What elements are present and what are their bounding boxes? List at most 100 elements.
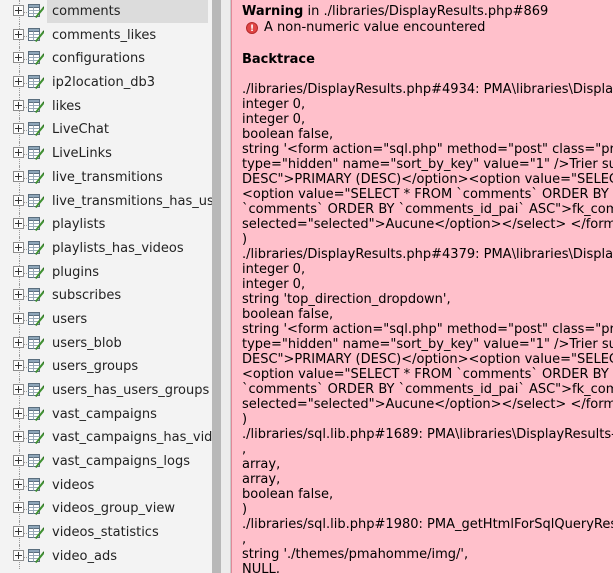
table-icon[interactable] <box>28 454 45 469</box>
plus-expander-icon[interactable] <box>13 336 24 348</box>
plus-expander-icon[interactable] <box>13 265 24 277</box>
nav-table-label[interactable]: videos_group_view <box>52 500 175 517</box>
table-icon[interactable] <box>28 146 45 161</box>
nav-table-label[interactable]: playlists <box>52 216 105 233</box>
nav-table-item[interactable]: videos_group_view <box>0 497 212 522</box>
table-icon[interactable] <box>28 288 45 303</box>
plus-expander-icon[interactable] <box>13 123 24 135</box>
plus-expander-icon[interactable] <box>13 384 24 395</box>
nav-table-label[interactable]: vast_campaigns_logs <box>52 453 190 470</box>
plus-expander-icon[interactable] <box>13 52 24 64</box>
nav-table-item[interactable]: playlists <box>0 213 212 237</box>
nav-table-item[interactable]: LiveLinks <box>0 142 212 166</box>
nav-table-label[interactable]: users_has_users_groups <box>52 382 209 399</box>
nav-table-label[interactable]: likes <box>52 98 81 115</box>
nav-table-item[interactable]: configurations <box>0 47 212 72</box>
plus-expander-icon[interactable] <box>13 170 24 182</box>
table-icon[interactable] <box>28 359 45 374</box>
table-icon[interactable] <box>28 98 45 113</box>
nav-table-item[interactable]: comments <box>0 0 212 24</box>
nav-table-label[interactable]: videos <box>52 477 94 494</box>
plus-expander-icon[interactable] <box>13 76 24 88</box>
nav-table-item[interactable]: LiveChat <box>0 118 212 143</box>
nav-table-label[interactable]: comments_likes <box>52 27 156 44</box>
nav-table-label[interactable]: live_transmitions <box>52 169 163 186</box>
nav-table-item[interactable]: videos <box>0 473 212 498</box>
nav-table-label[interactable]: live_transmitions_has_users <box>52 193 212 210</box>
nav-table-label[interactable]: videos_statistics <box>52 524 159 541</box>
nav-table-label[interactable]: playlists_has_videos <box>52 240 184 257</box>
table-icon[interactable] <box>28 217 45 232</box>
nav-table-label[interactable]: vast_campaigns_has_videos <box>52 429 212 446</box>
table-icon[interactable] <box>28 27 45 42</box>
nav-table-label[interactable]: ip2location_db3 <box>52 74 155 91</box>
panel-resize-handle[interactable] <box>212 0 221 573</box>
nav-table-item[interactable]: subscribes <box>0 284 212 308</box>
nav-table-item[interactable]: playlists_has_videos <box>0 236 212 261</box>
nav-table-item[interactable]: users_blob <box>0 331 212 356</box>
plus-expander-icon[interactable] <box>13 431 24 443</box>
plus-expander-icon[interactable] <box>13 502 24 514</box>
nav-table-label[interactable]: subscribes <box>52 287 121 304</box>
plus-expander-icon[interactable] <box>13 5 24 16</box>
table-icon[interactable] <box>28 383 45 397</box>
table-icon[interactable] <box>28 193 45 208</box>
table-icon[interactable] <box>28 240 45 255</box>
table-icon[interactable] <box>28 51 45 66</box>
backtrace-line: ) <box>242 412 248 427</box>
nav-table-label[interactable]: LiveLinks <box>52 145 112 162</box>
table-icon[interactable] <box>28 4 45 18</box>
nav-table-item[interactable]: ip2location_db3 <box>0 71 212 95</box>
table-icon[interactable] <box>28 169 45 184</box>
nav-table-item[interactable]: live_transmitions_has_users <box>0 189 212 214</box>
nav-table-item[interactable]: likes <box>0 94 212 119</box>
nav-table-item[interactable]: video_ads <box>0 544 212 569</box>
nav-table-item[interactable]: users_groups <box>0 355 212 379</box>
plus-expander-icon[interactable] <box>13 289 24 301</box>
table-icon[interactable] <box>28 548 45 563</box>
table-icon[interactable] <box>28 335 45 350</box>
table-icon[interactable] <box>28 501 45 516</box>
nav-table-label[interactable]: users_groups <box>52 358 138 375</box>
plus-expander-icon[interactable] <box>13 28 24 40</box>
nav-table-item[interactable]: users <box>0 307 212 332</box>
table-icon[interactable] <box>28 311 45 326</box>
plus-expander-icon[interactable] <box>13 478 24 490</box>
nav-table-label[interactable]: vast_campaigns <box>52 406 157 423</box>
plus-expander-icon[interactable] <box>13 194 24 206</box>
nav-table-item[interactable]: vast_campaigns_has_videos <box>0 426 212 451</box>
table-icon[interactable] <box>28 122 45 137</box>
plus-expander-icon[interactable] <box>13 99 24 111</box>
nav-table-item[interactable]: vast_campaigns <box>0 402 212 427</box>
nav-table-item[interactable]: vast_campaigns_logs <box>0 450 212 474</box>
plus-expander-icon[interactable] <box>13 526 24 538</box>
table-icon[interactable] <box>28 406 45 421</box>
backtrace-line: selected="selected">Aucune</option></sel… <box>242 397 613 412</box>
nav-table-label[interactable]: video_ads <box>52 548 117 565</box>
nav-table-label[interactable]: plugins <box>52 264 99 281</box>
nav-table-item[interactable]: live_transmitions <box>0 165 212 190</box>
plus-expander-icon[interactable] <box>13 147 24 159</box>
nav-table-item[interactable]: comments_likes <box>0 23 212 48</box>
plus-expander-icon[interactable] <box>13 549 24 561</box>
plus-expander-icon[interactable] <box>13 218 24 230</box>
plus-expander-icon[interactable] <box>13 455 24 467</box>
nav-table-item[interactable]: videos_statistics <box>0 521 212 545</box>
table-icon[interactable] <box>28 477 45 492</box>
nav-table-label[interactable]: configurations <box>52 50 145 67</box>
nav-table-item[interactable]: users_has_users_groups <box>0 379 212 403</box>
table-icon[interactable] <box>28 430 45 445</box>
plus-expander-icon[interactable] <box>13 241 24 253</box>
error-icon: ! <box>246 21 258 34</box>
table-icon[interactable] <box>28 75 45 90</box>
nav-table-label[interactable]: users_blob <box>52 335 122 352</box>
nav-table-label[interactable]: LiveChat <box>52 121 109 138</box>
table-icon[interactable] <box>28 264 45 279</box>
nav-table-item[interactable]: plugins <box>0 260 212 285</box>
table-icon[interactable] <box>28 525 45 540</box>
plus-expander-icon[interactable] <box>13 360 24 372</box>
nav-table-label[interactable]: users <box>52 311 87 328</box>
nav-table-label[interactable]: comments <box>52 3 121 20</box>
plus-expander-icon[interactable] <box>13 312 24 324</box>
plus-expander-icon[interactable] <box>13 407 24 419</box>
